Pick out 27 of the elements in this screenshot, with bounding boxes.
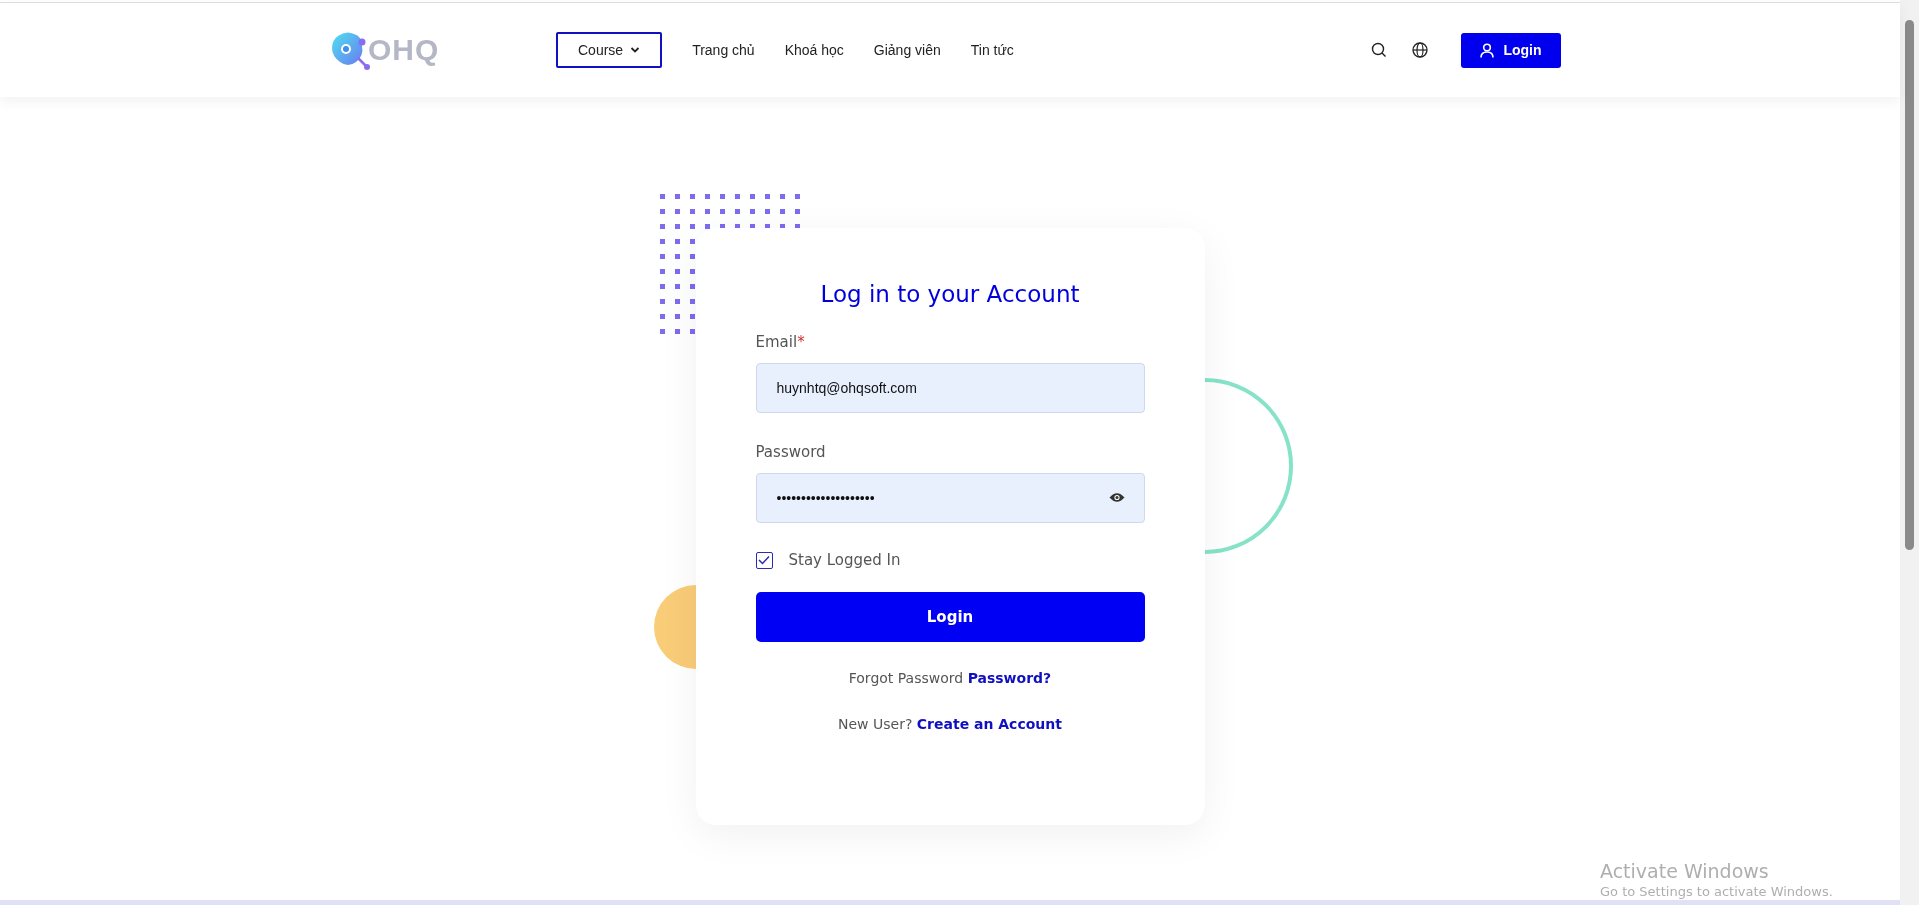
stay-logged-in-label: Stay Logged In — [788, 551, 901, 569]
email-label: Email* — [755, 333, 806, 351]
logo-text: OHQ — [368, 33, 440, 67]
nav-link[interactable]: Khoá học — [784, 42, 844, 58]
submit-button[interactable]: Login — [755, 592, 1145, 642]
new-user-text: New User? — [838, 716, 913, 732]
login-button[interactable]: Login — [1461, 32, 1561, 68]
create-account-link[interactable]: Create an Account — [916, 716, 1062, 732]
card-title: Log in to your Account — [819, 281, 1081, 307]
user-icon — [1480, 42, 1495, 58]
stay-logged-in-checkbox[interactable] — [755, 551, 773, 569]
chevron-down-icon — [630, 46, 641, 54]
activation-title: Activate Windows — [1600, 860, 1770, 882]
forgot-text: Forgot Password — [848, 670, 964, 686]
nav-link[interactable]: Trang chủ — [692, 42, 755, 58]
nav-link[interactable]: Tin tức — [970, 42, 1014, 58]
nav-link[interactable]: Giảng viên — [873, 42, 941, 58]
forgot-password-link[interactable]: Password? — [967, 670, 1052, 686]
password-field[interactable]: •••••••••••••••••••• — [755, 473, 1145, 523]
scrollbar[interactable] — [1900, 0, 1919, 905]
search-icon[interactable] — [1371, 42, 1387, 58]
email-field[interactable]: huynhtq@ohqsoft.com — [755, 363, 1145, 413]
password-label: Password — [755, 443, 827, 461]
globe-icon[interactable] — [1412, 42, 1428, 58]
course-dropdown[interactable]: Course — [556, 32, 663, 68]
eye-icon[interactable] — [1108, 492, 1125, 503]
activation-text: Go to Settings to activate Windows. — [1600, 884, 1833, 899]
